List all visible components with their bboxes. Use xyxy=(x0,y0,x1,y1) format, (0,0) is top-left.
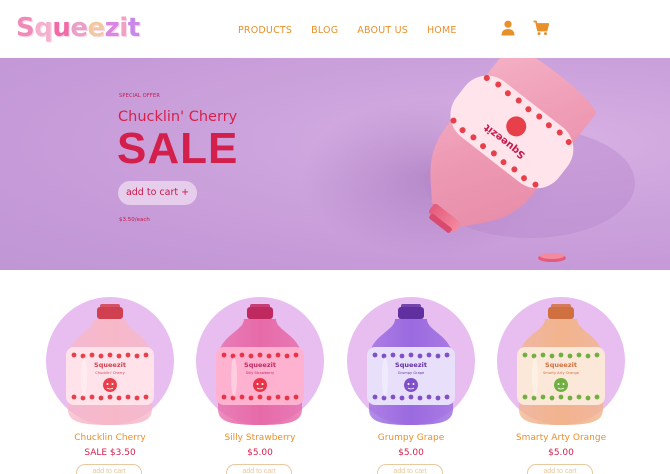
nav-products[interactable]: PRODUCTS xyxy=(238,25,292,36)
product-add-to-cart-button[interactable]: add to cart xyxy=(76,464,142,474)
product-add-to-cart-label: add to cart xyxy=(393,468,427,474)
product-add-to-cart-label: add to cart xyxy=(92,468,126,474)
logo-letter: S xyxy=(16,13,35,43)
product-price: $5.00 xyxy=(398,448,424,458)
product-name[interactable]: Chucklin Cherry xyxy=(46,433,174,443)
product-card[interactable]: Squeezit Chucklin' Cherry Chucklin Cherr… xyxy=(46,297,176,474)
product-add-to-cart-label: add to cart xyxy=(242,468,276,474)
product-label-flavor: Silly Strawberry xyxy=(246,371,275,375)
brand-logo[interactable]: Squeezit xyxy=(16,12,140,44)
hero-unit-price: $3.50/each xyxy=(119,217,150,223)
product-price: $5.00 xyxy=(548,448,574,458)
product-name[interactable]: Smarty Arty Orange xyxy=(497,433,625,443)
hero-eyebrow: SPECIAL OFFER xyxy=(119,93,161,99)
product-card[interactable]: Squeezit Silly Strawberry Silly Strawber… xyxy=(196,297,326,474)
logo-letter: u xyxy=(52,13,71,43)
product-name[interactable]: Grumpy Grape xyxy=(347,433,475,443)
hero-product-name: Chucklin' Cherry xyxy=(118,109,238,125)
product-card[interactable]: Squeezit Smarty Arty Orange Smarty Arty … xyxy=(497,297,627,474)
product-bottle-image[interactable]: Squeezit Smarty Arty Orange xyxy=(497,297,625,429)
product-add-to-cart-label: add to cart xyxy=(543,468,577,474)
nav-about-us[interactable]: ABOUT US xyxy=(357,25,408,36)
site-header: Squeezit PRODUCTS BLOG ABOUT US HOME xyxy=(0,0,670,58)
logo-letter: z xyxy=(104,13,120,43)
product-price: SALE $3.50 xyxy=(84,448,136,458)
product-label-brand: Squeezit xyxy=(244,361,276,369)
product-add-to-cart-button[interactable]: add to cart xyxy=(527,464,593,474)
logo-letter: e xyxy=(70,13,88,43)
product-bottle-image[interactable]: Squeezit Chucklin' Cherry xyxy=(46,297,174,429)
logo-letter: i xyxy=(119,13,128,43)
product-price: $5.00 xyxy=(247,448,273,458)
hero-headline: SALE xyxy=(117,124,239,173)
product-label-flavor: Smarty Arty Orange xyxy=(543,371,580,375)
user-icon[interactable] xyxy=(501,20,515,36)
product-label-brand: Squeezit xyxy=(94,361,126,369)
product-bottle-image[interactable]: Squeezit Silly Strawberry xyxy=(196,297,324,429)
product-card[interactable]: Squeezit Grumpy Grape Grumpy Grape $5.00 a… xyxy=(347,297,477,474)
product-label-brand: Squeezit xyxy=(395,361,427,369)
hero-bottle-image: Squeezit xyxy=(425,58,635,262)
product-label-flavor: Chucklin' Cherry xyxy=(95,371,125,375)
hero-add-to-cart-button[interactable]: add to cart + xyxy=(118,181,197,205)
product-add-to-cart-button[interactable]: add to cart xyxy=(226,464,292,474)
product-add-to-cart-button[interactable]: add to cart xyxy=(377,464,443,474)
shopping-cart-icon[interactable] xyxy=(533,20,549,36)
product-name[interactable]: Silly Strawberry xyxy=(196,433,324,443)
product-label-flavor: Grumpy Grape xyxy=(398,371,425,375)
product-bottle-image[interactable]: Squeezit Grumpy Grape xyxy=(347,297,475,429)
logo-letter: t xyxy=(127,13,140,43)
nav-blog[interactable]: BLOG xyxy=(311,25,338,36)
main-nav: PRODUCTS BLOG ABOUT US HOME xyxy=(238,25,476,36)
logo-letter: e xyxy=(87,13,106,43)
nav-home[interactable]: HOME xyxy=(427,25,457,36)
logo-letter: q xyxy=(34,13,53,43)
hero-banner: SPECIAL OFFER Chucklin' Cherry SALE add … xyxy=(0,58,670,270)
product-label-brand: Squeezit xyxy=(545,361,577,369)
